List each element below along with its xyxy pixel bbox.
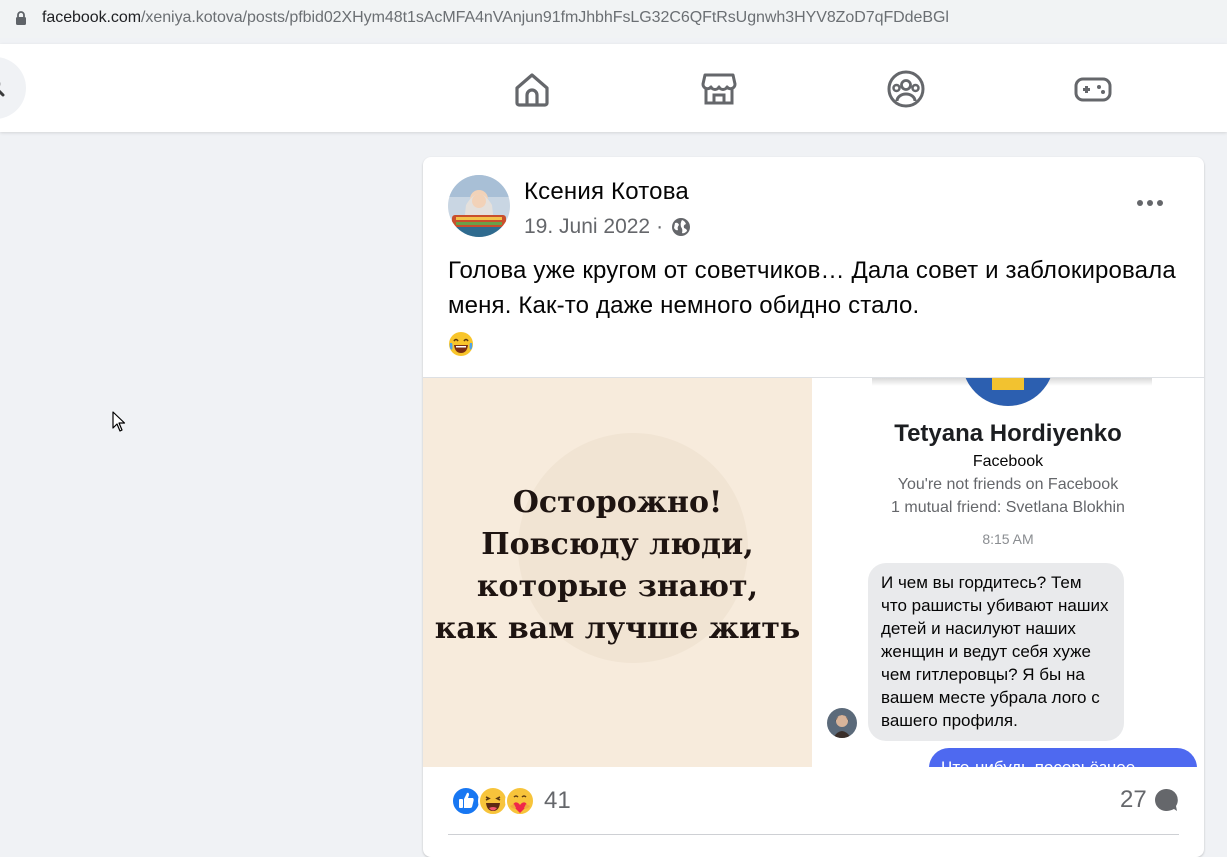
profile-photo xyxy=(962,378,1054,406)
groups-icon[interactable] xyxy=(886,69,926,109)
post-text: Голова уже кругом от советчиков… Дала со… xyxy=(448,257,1176,319)
comment-icon xyxy=(1154,788,1178,811)
haha-reaction-icon xyxy=(478,786,508,816)
globe-icon xyxy=(672,218,691,236)
url-host: facebook.com xyxy=(42,9,142,26)
gaming-icon[interactable] xyxy=(1073,69,1113,109)
comments-summary[interactable]: 27 xyxy=(1120,786,1179,814)
url-path: /xeniya.kotova/posts/pfbid02XHym48t1sAcM… xyxy=(141,9,949,26)
mouse-cursor-icon xyxy=(112,411,126,432)
top-navigation-bar xyxy=(0,44,1227,132)
sender-avatar xyxy=(827,708,857,738)
care-reaction-icon xyxy=(505,786,535,816)
search-button[interactable] xyxy=(0,57,26,119)
meta-separator: · xyxy=(656,215,664,238)
marketplace-icon[interactable] xyxy=(699,69,739,109)
quote-line-2: Повсюду люди, xyxy=(481,527,754,562)
post-meta: 19. Juni 2022 · xyxy=(524,215,691,239)
quote-image: Осторожно! Повсюду люди, которые знают, … xyxy=(423,378,812,767)
browser-address-bar[interactable]: facebook.com/xeniya.kotova/posts/pfbid02… xyxy=(0,0,1227,38)
post-date[interactable]: 19. Juni 2022 xyxy=(524,215,650,239)
comment-count: 27 xyxy=(1120,786,1147,813)
not-friends-note: You're not friends on Facebook xyxy=(897,476,1119,493)
reactions-divider xyxy=(448,834,1179,835)
reaction-count: 41 xyxy=(544,787,571,814)
author-avatar[interactable] xyxy=(448,175,510,237)
post-card: Ксения Котова 19. Juni 2022 · Голова уже… xyxy=(423,157,1204,857)
post-author-name[interactable]: Ксения Котова xyxy=(524,178,689,206)
message-time: 8:15 AM xyxy=(982,531,1034,547)
laughing-emoji xyxy=(448,331,474,362)
lock-icon xyxy=(16,11,26,25)
author-avatar-image xyxy=(448,175,510,237)
quote-line-4: как вам лучше жить xyxy=(434,611,801,646)
reactions-summary[interactable]: 41 xyxy=(451,786,571,816)
url-text[interactable]: facebook.com/xeniya.kotova/posts/pfbid02… xyxy=(42,9,949,27)
reply-bubble: Что-нибудь посерьёзнее xyxy=(929,748,1197,767)
messenger-screenshot: Tetyana Hordiyenko Facebook You're not f… xyxy=(812,378,1204,767)
like-reaction-icon xyxy=(451,786,481,816)
quote-line-3: которые знают, xyxy=(476,569,759,604)
search-icon xyxy=(0,81,5,97)
quote-text: Осторожно! Повсюду люди, которые знают, … xyxy=(423,482,812,650)
more-options-icon[interactable] xyxy=(1135,191,1165,215)
mutual-friends: 1 mutual friend: Svetlana Blokhin xyxy=(891,499,1125,516)
profile-subtitle: Facebook xyxy=(972,453,1044,470)
quote-line-1: Осторожно! xyxy=(512,485,723,520)
post-image[interactable]: Осторожно! Повсюду люди, которые знают, … xyxy=(423,377,1204,767)
message-bubble: И чем вы гордитесь? Тем что рашисты убив… xyxy=(868,563,1124,741)
profile-name: Tetyana Hordiyenko xyxy=(894,420,1122,447)
home-icon[interactable] xyxy=(512,69,552,109)
